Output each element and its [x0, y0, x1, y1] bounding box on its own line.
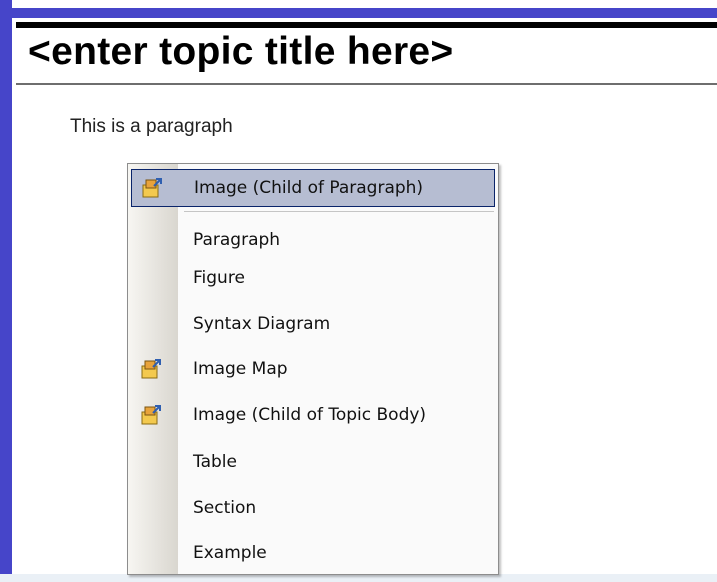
menu-item-label: Table: [193, 452, 237, 472]
menu-item-label: Paragraph: [193, 230, 281, 250]
menu-item-label: Image (Child of Paragraph): [194, 178, 424, 198]
image-insert-icon: [141, 359, 161, 379]
menu-item-label: Image Map: [193, 359, 288, 379]
title-divider: [16, 83, 717, 85]
image-insert-icon: [141, 405, 161, 425]
menu-item-image-child-of-paragraph[interactable]: Image (Child of Paragraph): [131, 169, 495, 207]
menu-item-image-map[interactable]: Image Map: [131, 350, 495, 388]
window-frame-left: [0, 0, 12, 582]
title-top-rule: [16, 22, 717, 28]
menu-item-paragraph[interactable]: Paragraph: [131, 221, 495, 259]
menu-item-label: Syntax Diagram: [193, 314, 331, 334]
menu-item-table[interactable]: Table: [131, 443, 495, 481]
menu-item-figure[interactable]: Figure: [131, 259, 495, 297]
menu-item-section[interactable]: Section: [131, 489, 495, 527]
image-insert-icon: [142, 178, 162, 198]
window-frame-top: [0, 8, 717, 18]
menu-item-label: Section: [193, 498, 257, 518]
topic-title[interactable]: <enter topic title here>: [28, 30, 454, 74]
menu-item-label: Figure: [193, 268, 245, 288]
menu-item-syntax-diagram[interactable]: Syntax Diagram: [131, 305, 495, 343]
menu-separator: [184, 211, 494, 212]
window-frame-bottom: [0, 574, 717, 582]
menu-item-label: Example: [193, 543, 267, 563]
menu-item-example[interactable]: Example: [131, 534, 495, 572]
paragraph-text[interactable]: This is a paragraph: [70, 116, 233, 138]
menu-item-label: Image (Child of Topic Body): [193, 405, 427, 425]
menu-item-image-child-of-topic-body[interactable]: Image (Child of Topic Body): [131, 396, 495, 434]
insert-context-menu: Image (Child of Paragraph) Paragraph Fig…: [127, 163, 499, 575]
